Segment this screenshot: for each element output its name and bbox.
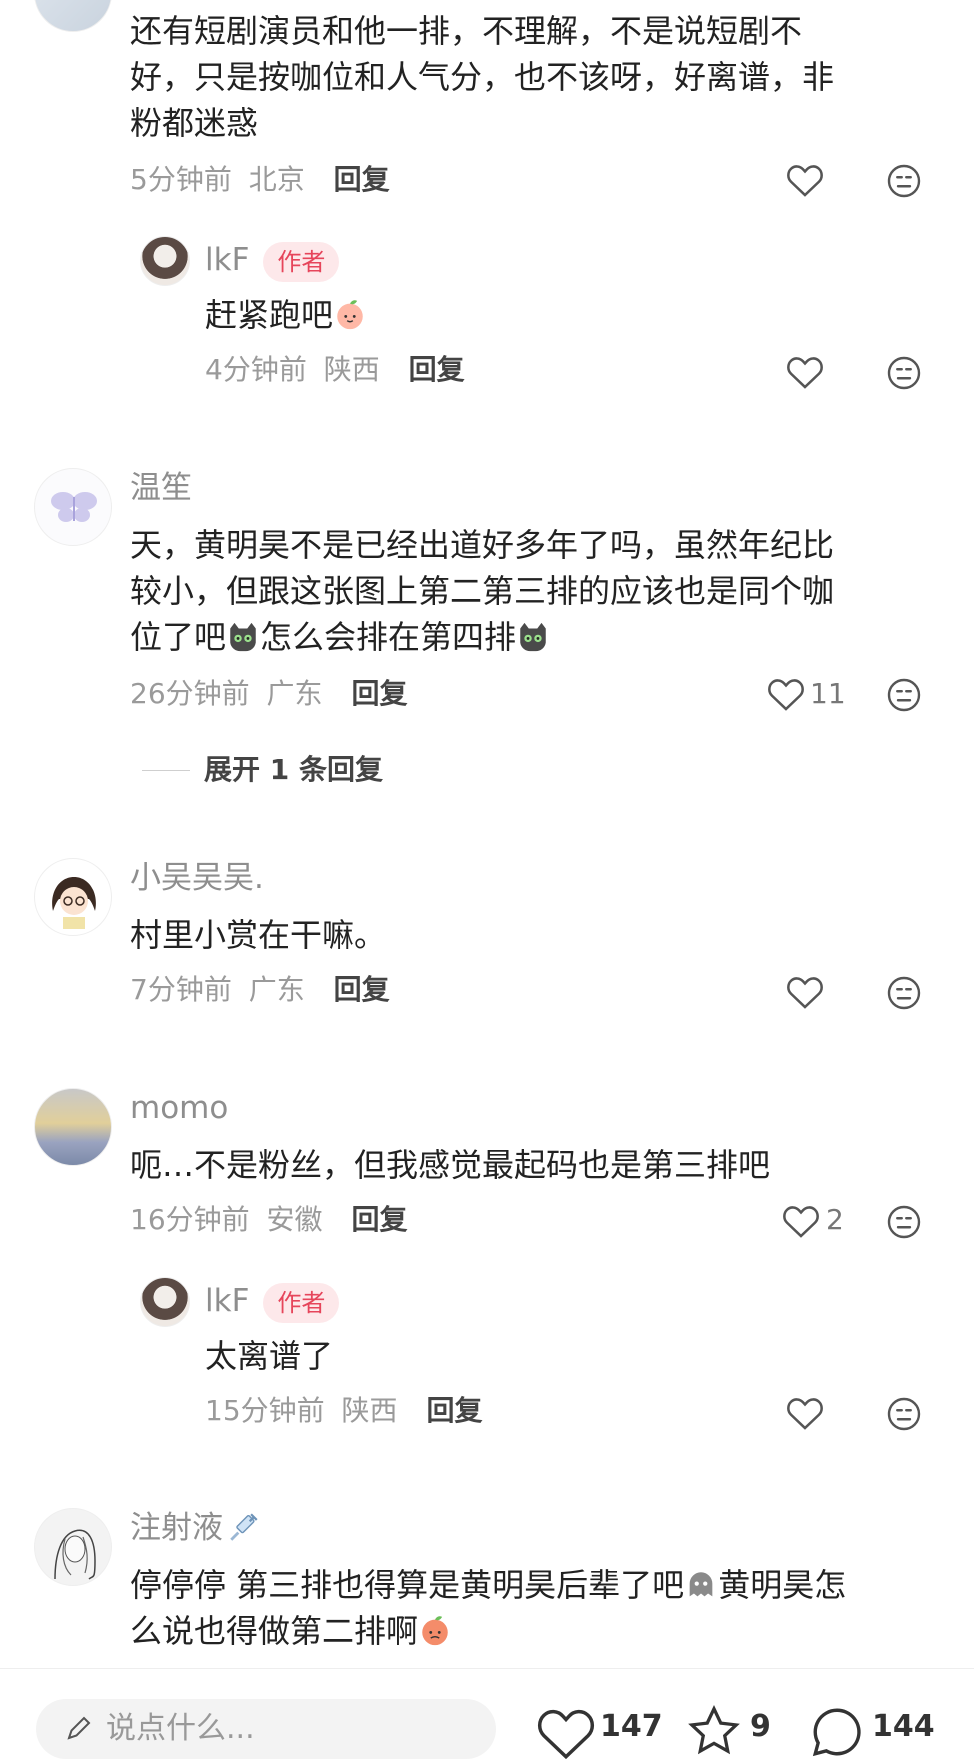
sketch-portrait-avatar-icon — [54, 1529, 96, 1580]
heart-icon[interactable] — [786, 162, 824, 198]
expand-replies-button[interactable]: 展开 1 条回复 — [204, 752, 383, 788]
comment-author[interactable]: 小吴吴吴. — [130, 858, 264, 898]
like-count: 147 — [600, 1709, 663, 1744]
dislike-face-icon[interactable] — [886, 677, 922, 713]
comment-text: 天，黄明昊不是已经出道好多年了吗，虽然年纪比较小，但跟这张图上第二第三排的应该也… — [130, 522, 850, 660]
comment-location: 北京 — [248, 163, 305, 196]
reply-button[interactable]: 回复 — [426, 1394, 482, 1427]
syringe-emoji — [230, 1513, 258, 1541]
like-count: 2 — [826, 1203, 844, 1236]
comment-text: 赶紧跑吧 — [205, 292, 367, 338]
comment-meta: 15分钟前 陕西 回复 — [205, 1393, 482, 1429]
dislike-face-icon[interactable] — [886, 975, 922, 1011]
comment-bubble-icon[interactable] — [808, 1703, 866, 1761]
like-count: 11 — [810, 677, 846, 710]
comment-location: 陕西 — [341, 1394, 398, 1427]
reply-button[interactable]: 回复 — [409, 353, 465, 386]
comment-location: 安徽 — [266, 1203, 323, 1236]
comment-author[interactable]: 温笙 — [130, 468, 192, 508]
comment-meta: 4分钟前 陕西 回复 — [205, 352, 465, 388]
comment-text: 呃…不是粉丝，但我感觉最起码也是第三排吧 — [130, 1146, 771, 1184]
comment-text: 太离谱了 — [205, 1337, 334, 1375]
comment-time: 16分钟前 — [130, 1203, 250, 1236]
reply-button[interactable]: 回复 — [351, 677, 407, 710]
star-icon[interactable] — [686, 1703, 742, 1759]
ghost-emoji — [689, 1572, 713, 1597]
comment-text: 村里小赏在干嘛。 — [130, 916, 387, 954]
avatar[interactable] — [34, 1508, 112, 1586]
comment-author[interactable]: lkF 作者 — [205, 240, 340, 282]
avatar[interactable] — [34, 1088, 112, 1166]
comment-text: 还有短剧演员和他一排，不理解，不是说短剧不好，只是按咖位和人气分，也不该呀，好离… — [130, 12, 835, 142]
dislike-face-icon[interactable] — [886, 355, 922, 391]
pencil-icon — [67, 1716, 91, 1740]
avatar[interactable] — [34, 0, 112, 32]
comment-text-part: 怎么会排在第四排 — [260, 618, 517, 656]
comment-time: 7分钟前 — [130, 973, 232, 1006]
comment-count: 144 — [872, 1709, 935, 1744]
cat-emoji — [520, 622, 546, 652]
cartoon-girl-avatar-icon — [52, 877, 96, 929]
comment-location: 陕西 — [323, 353, 380, 386]
comment-time: 5分钟前 — [130, 163, 232, 196]
expand-divider — [142, 770, 190, 771]
heart-icon[interactable] — [782, 1203, 820, 1239]
collect-count: 9 — [750, 1709, 771, 1744]
comment-meta: 5分钟前 北京 回复 — [130, 162, 390, 198]
avatar[interactable] — [34, 468, 112, 546]
heart-icon[interactable] — [767, 676, 805, 712]
dislike-face-icon[interactable] — [886, 1204, 922, 1240]
heart-icon[interactable] — [786, 1395, 824, 1431]
reply-button[interactable]: 回复 — [334, 973, 390, 1006]
reply-button[interactable]: 回复 — [351, 1203, 407, 1236]
comment-time: 15分钟前 — [205, 1394, 325, 1427]
heart-icon[interactable] — [536, 1705, 596, 1761]
cat-emoji — [230, 622, 256, 652]
reply-button[interactable]: 回复 — [334, 163, 390, 196]
comment-location: 广东 — [266, 677, 323, 710]
peach-emoji — [422, 1616, 448, 1646]
comment-meta: 16分钟前 安徽 回复 — [130, 1202, 407, 1238]
comment-meta: 7分钟前 广东 回复 — [130, 972, 390, 1008]
comment-meta: 26分钟前 广东 回复 — [130, 676, 407, 712]
author-name[interactable]: lkF — [205, 1283, 249, 1319]
avatar[interactable] — [34, 858, 112, 936]
comment-time: 4分钟前 — [205, 353, 307, 386]
comment-author[interactable]: 注射液 — [130, 1508, 261, 1548]
author-name[interactable]: 注射液 — [130, 1510, 223, 1546]
heart-icon[interactable] — [786, 974, 824, 1010]
peach-emoji — [337, 300, 363, 330]
author-name[interactable]: lkF — [205, 242, 249, 278]
comment-text-part: 停停停 第三排也得算是黄明昊后辈了吧 — [130, 1566, 685, 1604]
comment-input-placeholder: 说点什么... — [106, 1711, 255, 1746]
avatar[interactable] — [140, 1277, 190, 1327]
avatar[interactable] — [140, 236, 190, 286]
comment-text-content: 赶紧跑吧 — [205, 296, 334, 334]
butterfly-avatar-icon — [51, 492, 97, 522]
author-badge: 作者 — [263, 1282, 340, 1323]
bottom-action-bar: 说点什么... 147 9 144 — [0, 1668, 974, 1760]
comment-location: 广东 — [248, 973, 305, 1006]
comment-input[interactable]: 说点什么... — [36, 1699, 496, 1759]
comment-author[interactable]: momo — [130, 1088, 228, 1128]
author-badge: 作者 — [263, 241, 340, 282]
dislike-face-icon[interactable] — [886, 1396, 922, 1432]
dislike-face-icon[interactable] — [886, 163, 922, 199]
comment-text: 停停停 第三排也得算是黄明昊后辈了吧 黄明昊怎么说也得做第二排啊 — [130, 1562, 850, 1654]
comment-time: 26分钟前 — [130, 677, 250, 710]
comment-author[interactable]: lkF 作者 — [205, 1281, 340, 1323]
heart-icon[interactable] — [786, 354, 824, 390]
